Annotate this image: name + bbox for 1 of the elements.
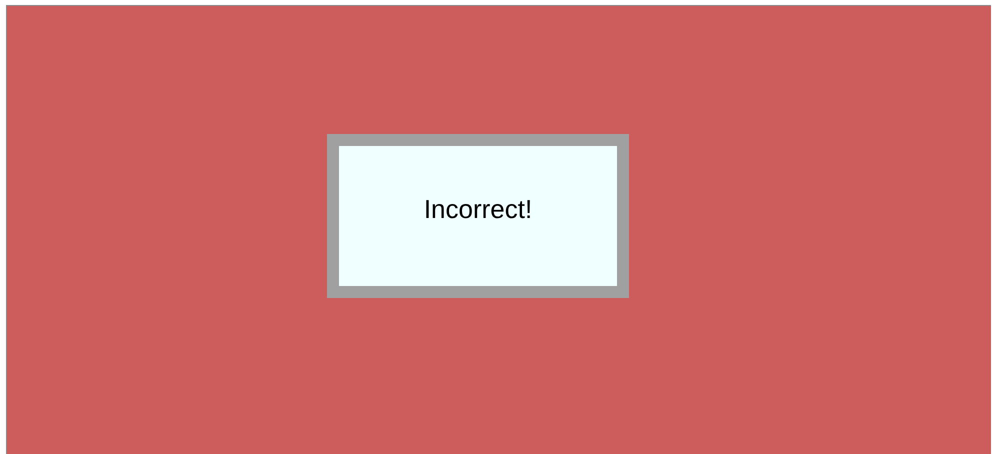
result-message: Incorrect!	[424, 194, 532, 226]
